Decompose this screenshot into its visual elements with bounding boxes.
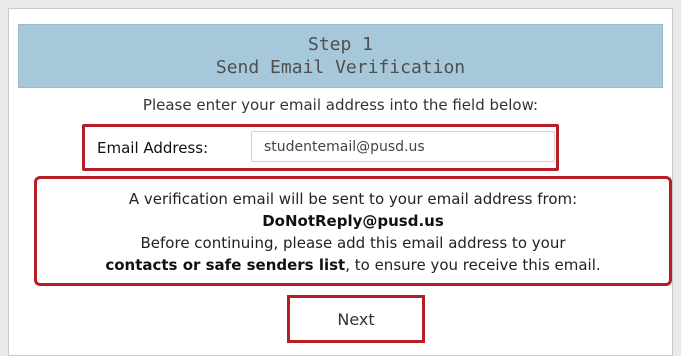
email-label: Email Address:	[97, 139, 209, 157]
sender-address: DoNotReply@pusd.us	[262, 212, 444, 230]
notice-line-1: A verification email will be sent to you…	[128, 190, 578, 208]
notice-line-3: Before continuing, please add this email…	[140, 234, 566, 252]
step-header: Step 1 Send Email Verification	[18, 24, 663, 88]
email-highlight-box: Email Address:	[82, 124, 559, 171]
verification-notice: A verification email will be sent to you…	[34, 176, 672, 286]
notice-line-4-suffix: , to ensure you receive this email.	[345, 256, 601, 274]
email-input[interactable]	[251, 131, 555, 162]
next-button-label: Next	[337, 309, 375, 329]
notice-line-4: contacts or safe senders list, to ensure…	[37, 254, 669, 276]
safe-senders-emphasis: contacts or safe senders list	[105, 256, 346, 274]
step-title: Send Email Verification	[215, 57, 466, 78]
instruction-text: Please enter your email address into the…	[142, 96, 539, 114]
step-number: Step 1	[307, 34, 374, 55]
next-button[interactable]: Next	[287, 295, 425, 343]
